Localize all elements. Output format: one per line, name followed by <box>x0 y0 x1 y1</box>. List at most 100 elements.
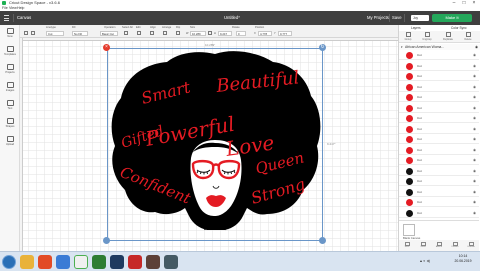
make-it-button[interactable]: Make It <box>432 14 472 22</box>
app-icon[interactable] <box>164 255 178 269</box>
system-tray-icons[interactable]: ▴ ◐ ◂) <box>420 258 430 263</box>
layer-row[interactable]: Cut ◉ <box>399 198 479 207</box>
layer-row[interactable]: Cut ◉ <box>399 135 479 144</box>
rail-label: Upload <box>5 142 15 146</box>
layer-label: Cut <box>417 200 422 204</box>
eye-icon[interactable]: ◉ <box>473 167 476 176</box>
size-w-input[interactable]: 10.289 <box>190 31 206 36</box>
eye-icon[interactable]: ◉ <box>473 135 476 144</box>
select-all-icon[interactable] <box>124 31 128 35</box>
ungroup-button[interactable]: Ungroup <box>420 32 434 41</box>
layer-label: Cut <box>417 179 422 183</box>
eye-icon[interactable]: ◉ <box>473 72 476 81</box>
flip-icon[interactable] <box>176 31 180 35</box>
eye-icon[interactable]: ◉ <box>473 114 476 123</box>
rotate-handle[interactable]: ↻ <box>319 44 326 51</box>
layer-row[interactable]: Cut ◉ <box>399 167 479 176</box>
eye-icon[interactable]: ◉ <box>473 209 476 218</box>
left-rail: New Templates Projects Images Text Shape… <box>0 25 20 251</box>
eye-icon[interactable]: ◉ <box>473 93 476 102</box>
delete-handle[interactable]: × <box>103 44 110 51</box>
layer-row[interactable]: Cut ◉ <box>399 156 479 165</box>
layer-row[interactable]: Cut ◉ <box>399 72 479 81</box>
canvas-swatch[interactable] <box>403 224 415 236</box>
fill-select[interactable]: No Fill <box>72 31 88 36</box>
layer-label: Cut <box>417 116 422 120</box>
eye-icon[interactable]: ◉ <box>473 188 476 197</box>
acrobat-icon[interactable] <box>128 255 142 269</box>
layer-group[interactable]: ▾ African American Woma... ◉ <box>399 44 480 50</box>
position-y-input[interactable]: 0.777 <box>278 31 292 36</box>
slice-button[interactable]: Slice <box>400 242 414 248</box>
layer-row[interactable]: Cut ◉ <box>399 93 479 102</box>
group-button[interactable]: Group <box>401 32 415 41</box>
lock-icon[interactable] <box>208 31 212 35</box>
eye-icon[interactable]: ◉ <box>475 44 478 50</box>
size-label: Size <box>190 26 196 29</box>
weld-button[interactable]: Weld <box>416 242 430 248</box>
attach-button[interactable]: Attach <box>432 242 446 248</box>
taskbar-clock[interactable]: 10:14 20.06.2019 <box>448 254 478 264</box>
opera-icon[interactable] <box>38 255 52 269</box>
eye-icon[interactable]: ◉ <box>473 177 476 186</box>
eye-icon[interactable]: ◉ <box>473 146 476 155</box>
media-player-icon[interactable] <box>56 255 70 269</box>
layer-row[interactable]: Cut ◉ <box>399 114 479 123</box>
eye-icon[interactable]: ◉ <box>473 125 476 134</box>
rail-upload[interactable]: Upload <box>0 135 20 149</box>
machine-select[interactable]: Joy <box>411 15 429 21</box>
redo-icon[interactable] <box>31 31 35 35</box>
layer-row[interactable]: Cut ◉ <box>399 188 479 197</box>
edit-toolbar: Linetype Cut Fill No Fill Operation Basi… <box>0 25 398 38</box>
layer-row[interactable]: Cut ◉ <box>399 104 479 113</box>
cricut-taskbar-icon[interactable] <box>92 255 106 269</box>
eye-icon[interactable]: ◉ <box>473 51 476 60</box>
contour-button[interactable]: Contour <box>464 242 478 248</box>
start-button[interactable] <box>2 255 16 269</box>
eye-icon[interactable]: ◉ <box>473 156 476 165</box>
eye-icon[interactable]: ◉ <box>473 198 476 207</box>
arrange-icon[interactable] <box>163 31 167 35</box>
eye-icon[interactable]: ◉ <box>473 62 476 71</box>
layer-row[interactable]: Cut ◉ <box>399 51 479 60</box>
layer-row[interactable]: Cut ◉ <box>399 146 479 155</box>
layer-label: Cut <box>417 95 422 99</box>
size-h-input[interactable]: 9.247 <box>218 31 232 36</box>
eye-icon[interactable]: ◉ <box>473 83 476 92</box>
explorer-icon[interactable] <box>20 255 34 269</box>
duplicate-button[interactable]: Duplicate <box>441 32 455 41</box>
delete-button[interactable]: Delete <box>461 32 475 41</box>
layer-row[interactable]: Cut ◉ <box>399 125 479 134</box>
rotate-input[interactable]: 0 <box>236 31 246 36</box>
layer-row[interactable]: Cut ◉ <box>399 209 479 218</box>
chrome-icon[interactable] <box>74 255 88 269</box>
app-icon[interactable] <box>146 255 160 269</box>
layer-row[interactable]: Cut ◉ <box>399 62 479 71</box>
rail-projects[interactable]: Projects <box>0 63 20 77</box>
lock-handle[interactable] <box>103 237 110 244</box>
chevron-down-icon[interactable]: ▾ <box>401 44 403 50</box>
document-title[interactable]: Untitled* <box>224 11 240 25</box>
rail-templates[interactable]: Templates <box>0 45 20 59</box>
align-icon[interactable] <box>150 31 154 35</box>
operation-select[interactable]: Basic Cut <box>100 31 118 36</box>
my-projects-link[interactable]: My Projects <box>367 11 389 25</box>
flatten-button[interactable]: Flatten <box>448 242 462 248</box>
save-link[interactable]: Save <box>392 11 402 25</box>
photoshop-icon[interactable] <box>110 255 124 269</box>
blank-canvas-item[interactable]: Blank Canvas <box>399 220 479 240</box>
linetype-select[interactable]: Cut <box>46 31 64 36</box>
rail-text[interactable]: Text <box>0 99 20 113</box>
rail-shapes[interactable]: Shapes <box>0 117 20 131</box>
position-x-input[interactable]: 4.778 <box>258 31 272 36</box>
resize-handle[interactable] <box>319 237 326 244</box>
hamburger-menu-icon[interactable] <box>4 15 9 21</box>
rail-new[interactable]: New <box>0 27 20 41</box>
selection-box[interactable] <box>107 48 323 241</box>
edit-icon[interactable] <box>137 31 141 35</box>
layer-row[interactable]: Cut ◉ <box>399 177 479 186</box>
rail-images[interactable]: Images <box>0 81 20 95</box>
layer-row[interactable]: Cut ◉ <box>399 83 479 92</box>
undo-icon[interactable] <box>24 31 28 35</box>
eye-icon[interactable]: ◉ <box>473 104 476 113</box>
